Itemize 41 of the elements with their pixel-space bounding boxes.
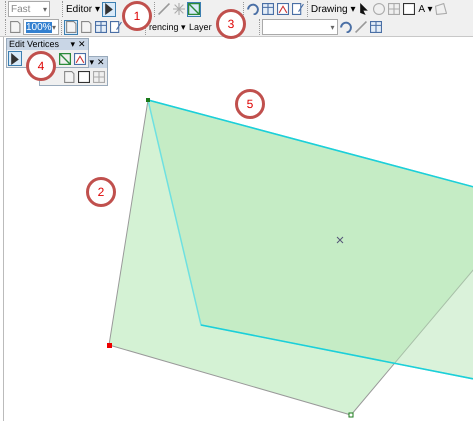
rect-icon <box>403 3 416 15</box>
dropdown-field[interactable]: Fast ▾ <box>8 1 50 17</box>
menu-button[interactable]: A ▾ <box>417 1 434 17</box>
menu-button[interactable]: Layer <box>188 19 213 35</box>
table-icon <box>370 21 382 33</box>
chart-icon <box>276 3 289 15</box>
tool-button[interactable] <box>77 69 91 84</box>
arrow-icon <box>358 3 370 15</box>
rect-icon <box>78 70 90 82</box>
table-icon <box>262 3 274 15</box>
page-icon <box>63 70 75 82</box>
pointer-icon <box>9 52 21 64</box>
tool-button[interactable] <box>102 2 116 16</box>
edit-icon <box>292 3 304 15</box>
dropdown-field[interactable]: 100%▾ <box>23 19 59 35</box>
edit-icon <box>110 21 122 33</box>
pointer-icon <box>102 3 115 15</box>
callout-number: 5 <box>235 89 265 119</box>
line-icon <box>354 21 367 33</box>
refresh-icon <box>246 3 259 15</box>
grid-icon <box>93 70 105 82</box>
menu-button[interactable]: Drawing ▾ <box>310 1 356 17</box>
polygon-icon <box>435 3 448 15</box>
toolbar-controls[interactable]: ▾ ✕ <box>89 57 105 68</box>
chart-icon <box>74 52 86 64</box>
refresh-icon <box>340 21 352 33</box>
page-icon <box>65 21 77 33</box>
circle-icon <box>373 3 386 15</box>
tool-button[interactable] <box>402 2 416 16</box>
line-icon <box>158 3 170 15</box>
menu-button[interactable]: Editor ▾ <box>65 1 101 17</box>
grid-icon <box>388 3 400 15</box>
tool-button[interactable] <box>8 51 22 66</box>
dropdown-field[interactable]: ▾ <box>262 19 338 35</box>
page-icon <box>80 21 92 33</box>
star-icon <box>172 3 185 15</box>
table-icon <box>95 21 107 33</box>
callout-number: 2 <box>86 177 116 207</box>
page-icon <box>9 21 21 33</box>
toolbar-title: Edit Vertices <box>9 39 60 50</box>
toolbar-controls[interactable]: ▾ ✕ <box>70 39 86 50</box>
